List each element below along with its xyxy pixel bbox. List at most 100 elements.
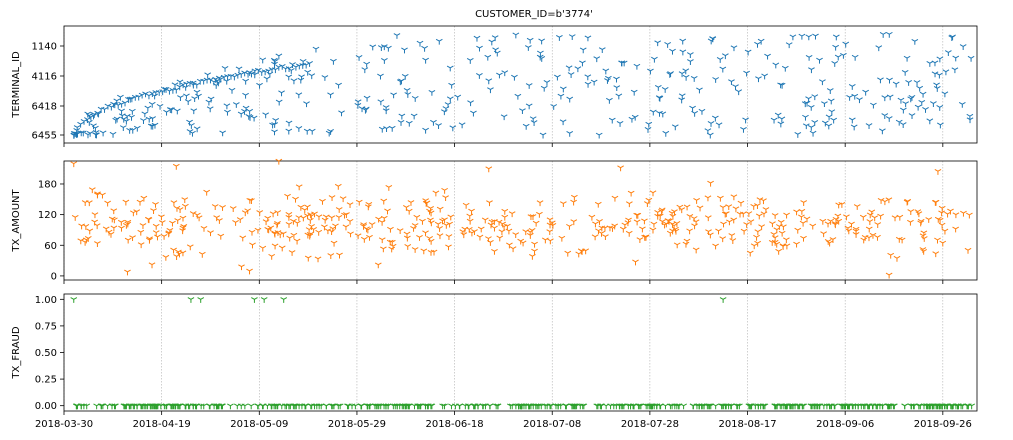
terminal-point xyxy=(908,113,916,120)
amount-point xyxy=(477,226,485,233)
terminal-point xyxy=(936,105,944,111)
amount-point xyxy=(704,195,712,202)
terminal-point xyxy=(496,72,503,79)
y-tick-label: 1.00 xyxy=(35,295,57,306)
y-tick-label: 0.75 xyxy=(35,321,57,332)
terminal-point xyxy=(721,53,729,60)
terminal-point xyxy=(732,84,739,91)
amount-point xyxy=(290,232,298,239)
amount-point xyxy=(387,226,394,233)
amount-point xyxy=(575,251,583,258)
amount-point xyxy=(717,195,724,202)
terminal-point xyxy=(716,57,724,63)
amount-point xyxy=(176,251,183,258)
terminal-point xyxy=(812,33,819,40)
fraud-point xyxy=(251,297,258,303)
terminal-point xyxy=(530,120,538,127)
amount-point xyxy=(944,211,951,218)
amount-point xyxy=(264,226,272,233)
amount-point xyxy=(536,211,543,218)
terminal-point xyxy=(422,127,429,134)
terminal-point xyxy=(398,78,405,85)
y-tick-label: 1140 xyxy=(32,42,57,53)
amount-point xyxy=(122,199,130,206)
amount-point xyxy=(466,213,474,220)
amount-point xyxy=(798,214,805,221)
terminal-point xyxy=(862,89,870,96)
terminal-point xyxy=(875,45,883,52)
amount-point xyxy=(299,215,307,222)
y-axis-label: TX_AMOUNT xyxy=(11,189,22,253)
amount-point xyxy=(239,235,247,242)
terminal-point xyxy=(262,112,270,119)
terminal-point xyxy=(109,131,117,138)
amount-point xyxy=(504,223,511,230)
terminal-point xyxy=(761,73,769,80)
terminal-point xyxy=(401,73,409,80)
terminal-point xyxy=(930,101,937,107)
amount-point xyxy=(304,255,312,262)
amount-point xyxy=(939,240,947,247)
amount-point xyxy=(691,223,698,230)
amount-point xyxy=(649,190,657,197)
amount-point xyxy=(866,219,874,226)
y-tick-label: 120 xyxy=(38,210,57,221)
amount-point xyxy=(491,248,498,255)
amount-point xyxy=(232,220,239,226)
amount-point xyxy=(284,193,291,200)
terminal-point xyxy=(628,116,636,123)
amount-point xyxy=(262,219,270,226)
amount-point xyxy=(566,223,573,230)
y-tick-label: 0.50 xyxy=(35,348,57,359)
amount-point xyxy=(486,200,493,207)
terminal-point xyxy=(435,123,442,129)
terminal-point xyxy=(303,101,310,108)
amount-point xyxy=(268,253,276,260)
terminal-point xyxy=(278,90,285,97)
terminal-point xyxy=(228,87,236,94)
terminal-point xyxy=(728,79,735,86)
amount-point xyxy=(843,214,850,221)
amount-point xyxy=(203,189,211,196)
terminal-point xyxy=(678,97,686,104)
terminal-point xyxy=(237,71,245,78)
amount-point xyxy=(200,225,208,232)
terminal-point xyxy=(711,115,719,122)
amount-point xyxy=(639,226,646,233)
amount-point xyxy=(441,187,448,194)
terminal-point xyxy=(942,69,950,76)
terminal-point xyxy=(785,42,793,49)
terminal-point xyxy=(664,42,672,48)
amount-point xyxy=(747,219,755,226)
non-fraud-point xyxy=(358,403,365,410)
terminal-point xyxy=(557,93,565,100)
terminal-point xyxy=(559,119,567,126)
amount-point xyxy=(413,214,421,221)
terminal-point xyxy=(647,68,654,75)
terminal-point xyxy=(730,45,738,52)
terminal-point xyxy=(467,100,474,107)
terminal-point xyxy=(525,103,533,110)
non-fraud-point xyxy=(93,403,101,410)
amount-point xyxy=(436,206,444,213)
terminal-point xyxy=(590,79,598,86)
terminal-point xyxy=(913,80,921,86)
terminal-point xyxy=(885,116,893,122)
amount-point xyxy=(793,241,800,248)
amount-point xyxy=(743,222,751,228)
amount-point xyxy=(512,232,520,239)
terminal-point xyxy=(363,95,371,102)
terminal-point xyxy=(246,114,254,121)
amount-point xyxy=(246,268,253,275)
terminal-point xyxy=(190,108,198,115)
terminal-point xyxy=(242,92,249,99)
terminal-point xyxy=(608,117,616,124)
amount-point xyxy=(602,234,609,241)
amount-point xyxy=(460,232,468,239)
terminal-point xyxy=(550,104,558,110)
amount-point xyxy=(777,219,785,226)
x-tick-label: 2018-08-17 xyxy=(718,419,776,430)
amount-point xyxy=(719,205,727,211)
terminal-point xyxy=(811,120,819,126)
terminal-point xyxy=(706,132,714,139)
